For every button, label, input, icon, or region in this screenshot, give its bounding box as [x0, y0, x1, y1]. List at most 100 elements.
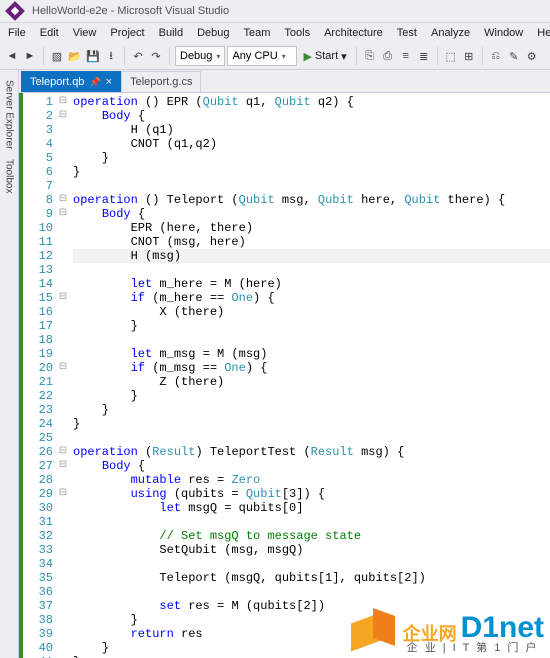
platform-value: Any CPU	[232, 50, 277, 62]
code-line[interactable]: Body {	[73, 459, 550, 473]
code-line[interactable]	[73, 333, 550, 347]
menu-build[interactable]: Build	[153, 25, 189, 41]
menu-test[interactable]: Test	[391, 25, 423, 41]
tab-label: Teleport.qb	[30, 76, 84, 88]
start-button[interactable]: ▶ Start ▾	[299, 50, 350, 63]
save-icon[interactable]: 💾	[85, 48, 101, 64]
menu-view[interactable]: View	[67, 25, 103, 41]
wm-brand-cn: 企业网	[403, 625, 457, 643]
tool-icon[interactable]: ⎙	[380, 48, 396, 64]
code-line[interactable]: let m_here = M (here)	[73, 277, 550, 291]
fold-toggle[interactable]: ⊟	[57, 193, 69, 207]
code-line[interactable]: operation (Result) TeleportTest (Result …	[73, 445, 550, 459]
code-line[interactable]	[73, 263, 550, 277]
code-line[interactable]: CNOT (msg, here)	[73, 235, 550, 249]
code-line[interactable]: H (msg)	[73, 249, 550, 263]
code-line[interactable]: if (m_msg == One) {	[73, 361, 550, 375]
chevron-down-icon: ▾	[282, 52, 286, 61]
code-line[interactable]: using (qubits = Qubit[3]) {	[73, 487, 550, 501]
menu-project[interactable]: Project	[104, 25, 150, 41]
code-line[interactable]	[73, 557, 550, 571]
menu-file[interactable]: File	[2, 25, 32, 41]
fold-toggle[interactable]: ⊟	[57, 459, 69, 473]
code-line[interactable]	[73, 179, 550, 193]
menu-analyze[interactable]: Analyze	[425, 25, 476, 41]
fold-toggle[interactable]: ⊟	[57, 445, 69, 459]
code-line[interactable]: SetQubit (msg, msgQ)	[73, 543, 550, 557]
titlebar: HelloWorld-e2e - Microsoft Visual Studio	[0, 0, 550, 23]
fold-toggle[interactable]: ⊟	[57, 95, 69, 109]
tab-teleport-qb[interactable]: Teleport.qb 📌 ×	[21, 71, 121, 92]
fold-toggle[interactable]: ⊟	[57, 487, 69, 501]
tool-icon[interactable]: ≣	[416, 48, 432, 64]
tool-icon[interactable]: ⚙	[524, 48, 540, 64]
code-line[interactable]: let msgQ = qubits[0]	[73, 501, 550, 515]
code-line[interactable]: }	[73, 151, 550, 165]
code-line[interactable]: Teleport (msgQ, qubits[1], qubits[2])	[73, 571, 550, 585]
nav-back-icon[interactable]: ◄	[4, 48, 20, 64]
tab-teleport-g-cs[interactable]: Teleport.g.cs	[121, 71, 201, 92]
code-line[interactable]: EPR (here, there)	[73, 221, 550, 235]
fold-toggle[interactable]: ⊟	[57, 361, 69, 375]
menu-edit[interactable]: Edit	[34, 25, 65, 41]
tool-icon[interactable]: ⬚	[443, 48, 459, 64]
code-editor[interactable]: 1234567891011121314151617181920212223242…	[19, 93, 550, 658]
code-line[interactable]: CNOT (q1,q2)	[73, 137, 550, 151]
watermark-logo: 企业网 D1net 企 业 | I T 第 1 门 户	[351, 608, 544, 654]
menu-team[interactable]: Team	[238, 25, 277, 41]
redo-icon[interactable]: ↷	[148, 48, 164, 64]
open-icon[interactable]: 📂	[67, 48, 83, 64]
chevron-down-icon: ▾	[216, 52, 220, 61]
code-line[interactable]: Z (there)	[73, 375, 550, 389]
menu-architecture[interactable]: Architecture	[318, 25, 389, 41]
toolbar: ◄ ► ▧ 📂 💾 ⭳ ↶ ↷ Debug ▾ Any CPU ▾ ▶ Star…	[0, 43, 550, 70]
new-project-icon[interactable]: ▧	[49, 48, 65, 64]
code-line[interactable]	[73, 585, 550, 599]
menu-debug[interactable]: Debug	[191, 25, 235, 41]
fold-column: ⊟⊟⊟⊟⊟⊟⊟⊟⊟	[57, 93, 69, 658]
vs-logo-icon	[5, 1, 25, 21]
code-line[interactable]: }	[73, 165, 550, 179]
fold-toggle[interactable]: ⊟	[57, 207, 69, 221]
code-line[interactable]: // Set msgQ to message state	[73, 529, 550, 543]
config-dropdown[interactable]: Debug ▾	[175, 46, 225, 66]
code-line[interactable]	[73, 431, 550, 445]
code-line[interactable]	[73, 515, 550, 529]
close-icon[interactable]: ×	[106, 76, 112, 88]
platform-dropdown[interactable]: Any CPU ▾	[227, 46, 297, 66]
wm-brand-en: D1net	[461, 613, 544, 643]
code-line[interactable]: mutable res = Zero	[73, 473, 550, 487]
tool-icon[interactable]: ⊞	[461, 48, 477, 64]
save-all-icon[interactable]: ⭳	[103, 48, 119, 64]
fold-toggle[interactable]: ⊟	[57, 291, 69, 305]
undo-icon[interactable]: ↶	[130, 48, 146, 64]
code-line[interactable]: }	[73, 319, 550, 333]
code-line[interactable]: Body {	[73, 109, 550, 123]
tool-icon[interactable]: ≡	[398, 48, 414, 64]
tool-icon[interactable]: ⎌	[488, 48, 504, 64]
tool-icon[interactable]: ⎘	[362, 48, 378, 64]
nav-fwd-icon[interactable]: ►	[22, 48, 38, 64]
code-line[interactable]: operation () EPR (Qubit q1, Qubit q2) {	[73, 95, 550, 109]
menu-window[interactable]: Window	[478, 25, 529, 41]
code-content[interactable]: operation () EPR (Qubit q1, Qubit q2) { …	[69, 93, 550, 658]
side-tab-toolbox[interactable]: Toolbox	[3, 155, 16, 197]
code-line[interactable]: H (q1)	[73, 123, 550, 137]
play-icon: ▶	[303, 50, 311, 63]
pin-icon[interactable]: 📌	[89, 77, 100, 88]
fold-toggle[interactable]: ⊟	[57, 109, 69, 123]
editor-tabs: Teleport.qb 📌 × Teleport.g.cs	[19, 70, 550, 93]
code-line[interactable]: let m_msg = M (msg)	[73, 347, 550, 361]
code-line[interactable]: Body {	[73, 207, 550, 221]
side-tab-server-explorer[interactable]: Server Explorer	[3, 76, 16, 153]
chevron-down-icon: ▾	[341, 50, 347, 63]
menu-help[interactable]: Help	[531, 25, 550, 41]
menu-tools[interactable]: Tools	[278, 25, 316, 41]
code-line[interactable]: if (m_here == One) {	[73, 291, 550, 305]
code-line[interactable]: }	[73, 389, 550, 403]
code-line[interactable]: }	[73, 417, 550, 431]
tool-icon[interactable]: ✎	[506, 48, 522, 64]
code-line[interactable]: }	[73, 403, 550, 417]
code-line[interactable]: X (there)	[73, 305, 550, 319]
code-line[interactable]: operation () Teleport (Qubit msg, Qubit …	[73, 193, 550, 207]
